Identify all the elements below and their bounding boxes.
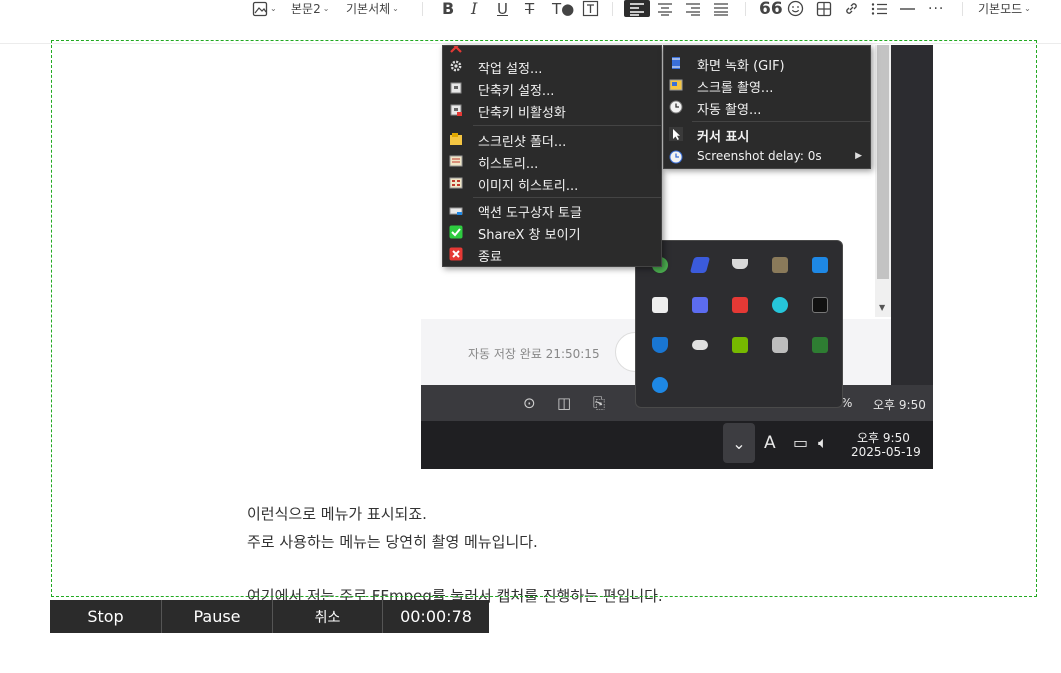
align-center-icon — [658, 2, 672, 16]
pause-button[interactable]: Pause — [162, 600, 273, 633]
quote-icon: 66 — [759, 0, 783, 19]
capture-selection-region[interactable] — [51, 40, 1037, 597]
chevron-down-icon: ⌄ — [270, 4, 277, 13]
align-justify-button[interactable] — [713, 0, 729, 17]
toolbar-divider — [962, 2, 963, 16]
text-background-button[interactable] — [582, 0, 599, 17]
horizontal-line-button[interactable] — [899, 0, 916, 17]
font-dropdown[interactable]: 기본서체 ⌄ — [346, 0, 399, 17]
underline-icon: U — [497, 0, 508, 18]
align-left-button[interactable] — [624, 0, 650, 17]
italic-icon: I — [471, 0, 478, 18]
mode-dropdown[interactable]: 기본모드 ⌄ — [978, 0, 1031, 17]
paragraph-style-label: 본문2 — [291, 2, 321, 16]
toolbar-divider — [745, 2, 746, 16]
chevron-down-icon: ⌄ — [1024, 4, 1031, 13]
bullet-list-icon — [871, 2, 887, 15]
horizontal-rule-icon — [900, 7, 915, 10]
italic-button[interactable]: I — [471, 0, 478, 18]
text-color-button[interactable]: T● — [552, 0, 575, 18]
list-button[interactable] — [871, 0, 888, 17]
stop-button[interactable]: Stop — [50, 600, 162, 633]
more-icon: ··· — [928, 0, 945, 17]
table-icon — [816, 1, 832, 16]
image-icon — [252, 1, 268, 16]
align-left-icon — [630, 2, 644, 16]
recording-control-bar: Stop Pause 취소 00:00:78 — [50, 600, 489, 633]
align-center-button[interactable] — [657, 0, 673, 17]
align-right-button[interactable] — [685, 0, 701, 17]
editor-toolbar: ⌄ 본문2 ⌄ 기본서체 ⌄ B I U T T● 66 ··· 기본모드 ⌄ — [0, 0, 1061, 44]
align-justify-icon — [714, 2, 728, 16]
toolbar-divider — [612, 2, 613, 16]
paragraph-style-dropdown[interactable]: 본문2 ⌄ — [291, 0, 329, 17]
recording-timer: 00:00:78 — [400, 607, 472, 626]
text-box-icon — [582, 0, 599, 17]
bold-button[interactable]: B — [442, 0, 455, 18]
more-button[interactable]: ··· — [928, 0, 944, 17]
link-icon — [846, 3, 857, 14]
bold-icon: B — [442, 0, 455, 18]
toolbar-divider — [422, 2, 423, 16]
image-insert-button[interactable]: ⌄ — [252, 0, 277, 17]
mode-label: 기본모드 — [978, 2, 1023, 16]
emoji-button[interactable] — [787, 0, 804, 17]
cancel-button[interactable]: 취소 — [273, 600, 383, 633]
strikethrough-button[interactable]: T — [525, 0, 535, 18]
font-label: 기본서체 — [346, 2, 391, 16]
text-color-icon: T● — [552, 0, 575, 18]
strikethrough-icon: T — [525, 0, 535, 18]
underline-button[interactable]: U — [497, 0, 508, 18]
table-button[interactable] — [816, 0, 832, 17]
smiley-icon — [787, 0, 804, 17]
link-button[interactable] — [843, 0, 860, 17]
chevron-down-icon: ⌄ — [322, 4, 330, 13]
quote-button[interactable]: 66 — [759, 0, 783, 19]
align-right-icon — [686, 2, 700, 16]
chevron-down-icon: ⌄ — [392, 4, 399, 13]
